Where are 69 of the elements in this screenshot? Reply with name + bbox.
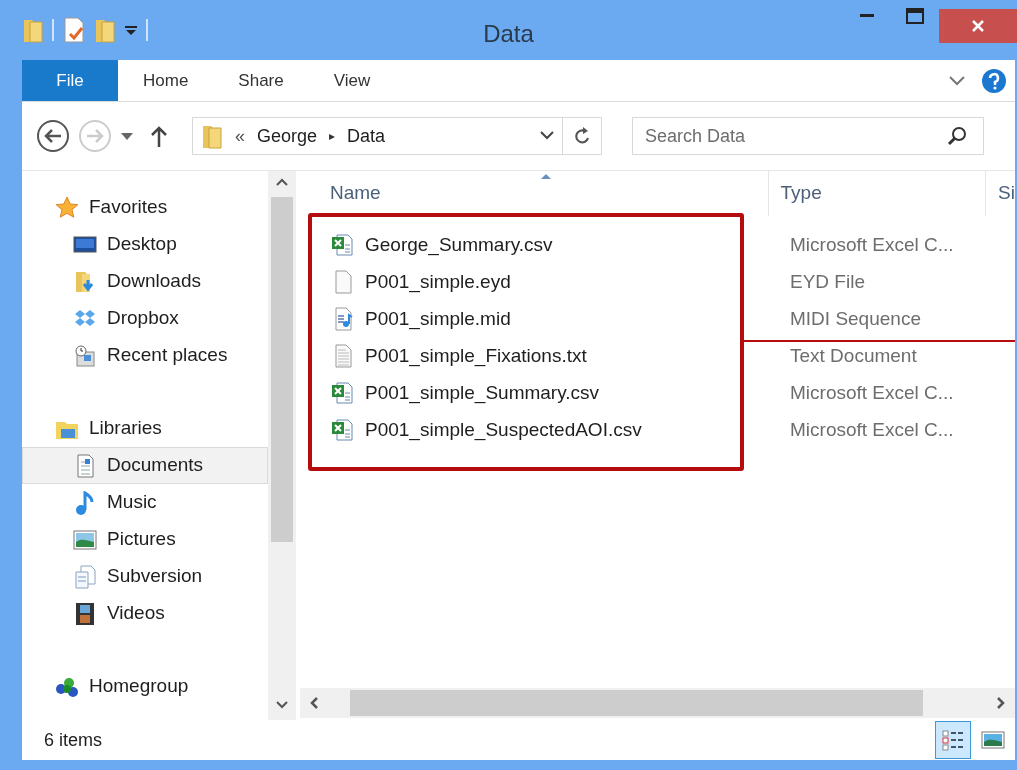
address-bar[interactable]: « George ▸ Data (192, 117, 602, 155)
up-button[interactable] (150, 125, 168, 147)
picture-icon (981, 728, 1005, 752)
separator-icon (52, 19, 54, 41)
list-icon (941, 728, 965, 752)
help-icon[interactable] (981, 67, 1007, 94)
recent-locations-button[interactable] (120, 131, 134, 141)
chevron-down-icon[interactable] (540, 131, 554, 141)
nav-item[interactable]: Subversion (22, 558, 268, 595)
file-type: Text Document (789, 344, 917, 367)
overflow-chevron[interactable]: « (235, 122, 245, 150)
back-button[interactable] (36, 119, 70, 153)
nav-item[interactable]: Desktop (22, 226, 268, 263)
film-icon (73, 601, 97, 626)
close-icon (971, 19, 985, 33)
item-count: 6 items (44, 728, 103, 752)
nav-item[interactable]: Dropbox (22, 300, 268, 337)
nav-item[interactable]: Favorites (22, 189, 268, 226)
file-menu-button[interactable]: File (22, 60, 118, 101)
file-name[interactable]: P001_simple_Fixations.txt (365, 344, 587, 367)
spreadsheet-icon (331, 232, 355, 257)
customize-icon[interactable] (124, 24, 138, 36)
picture-icon (73, 527, 97, 552)
file-name[interactable]: P001_simple.eyd (365, 270, 511, 293)
file-name[interactable]: P001_simple_SuspectedAOI.csv (365, 418, 642, 441)
spreadsheet-icon (331, 380, 355, 405)
file-type: Microsoft Excel C... (789, 418, 954, 441)
sort-arrow-icon (540, 173, 552, 180)
ribbon-tab[interactable]: View (308, 60, 396, 101)
details-view-button[interactable] (935, 721, 971, 759)
file-name[interactable]: George_Summary.csv (365, 233, 553, 256)
breadcrumb-link[interactable]: George (257, 122, 318, 150)
window-title: Data (483, 20, 534, 47)
nav-item[interactable]: Videos (22, 595, 268, 632)
file-type: EYD File (789, 270, 865, 293)
column-header[interactable]: Type (768, 171, 987, 216)
nav-item[interactable]: Documents (22, 447, 268, 484)
separator-icon (146, 19, 148, 41)
column-header[interactable]: Si (986, 171, 1015, 216)
chevron-down-icon[interactable] (949, 75, 965, 86)
nav-item[interactable]: Downloads (22, 263, 268, 300)
documents-icon (73, 564, 97, 589)
spreadsheet-icon (331, 417, 355, 442)
clock-icon (73, 343, 97, 368)
star-icon (55, 195, 79, 220)
minimize-icon (860, 14, 874, 18)
search-icon[interactable] (947, 126, 967, 146)
nav-item[interactable]: Pictures (22, 521, 268, 558)
file-type: Microsoft Excel C... (789, 381, 954, 404)
nav-item[interactable]: Music (22, 484, 268, 521)
scroll-right-icon[interactable] (995, 696, 1007, 710)
breadcrumb-link[interactable]: Data (347, 122, 386, 150)
nav-item[interactable]: Homegroup (22, 668, 268, 705)
breadcrumb-arrow[interactable]: ▸ (329, 127, 336, 145)
scroll-left-icon[interactable] (308, 696, 320, 710)
ribbon-tab[interactable]: Share (213, 60, 309, 101)
maximize-icon (906, 8, 924, 24)
file-name[interactable]: P001_simple_Summary.csv (365, 381, 600, 404)
refresh-icon[interactable] (573, 126, 591, 146)
file-name[interactable]: P001_simple.mid (365, 307, 511, 330)
nav-item[interactable]: Libraries (22, 410, 268, 447)
file-type: Microsoft Excel C... (789, 233, 954, 256)
scrollbar-thumb[interactable] (350, 690, 923, 716)
properties-icon[interactable] (62, 16, 86, 44)
search-box[interactable]: Search Data (632, 117, 984, 155)
nav-item[interactable]: Recent places (22, 337, 268, 374)
file-type: MIDI Sequence (789, 307, 921, 330)
scrollbar-thumb[interactable] (271, 197, 293, 542)
ribbon-tab[interactable]: Home (118, 60, 214, 101)
